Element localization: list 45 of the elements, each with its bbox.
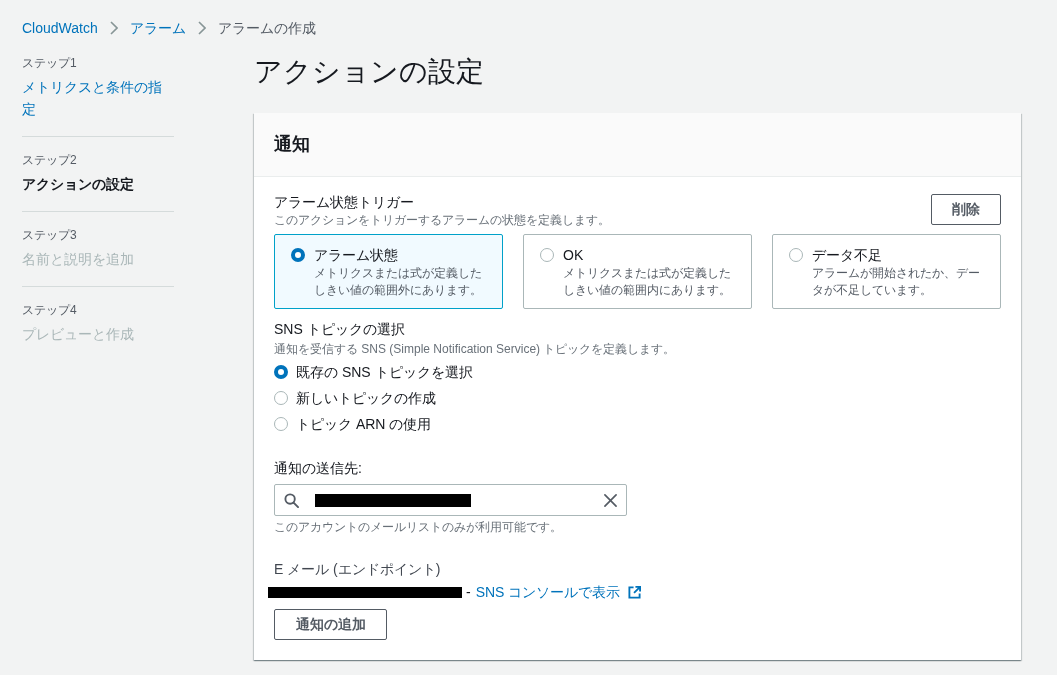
step-number: ステップ2 — [22, 152, 78, 169]
field-label: アラーム状態トリガー — [274, 193, 415, 212]
search-field[interactable] — [274, 484, 627, 516]
tile-description: メトリクスまたは式が定義したしきい値の範囲外にあります。 — [314, 265, 483, 299]
breadcrumb-link[interactable]: CloudWatch — [22, 18, 98, 38]
search-icon — [284, 492, 299, 508]
step-title: 名前と説明を追加 — [22, 250, 135, 269]
field-description: このアクションをトリガーするアラームの状態を定義します。 — [274, 212, 610, 228]
step-number: ステップ3 — [22, 227, 78, 244]
tile-title: アラーム状態 — [314, 246, 399, 265]
breadcrumb-current: アラームの作成 — [217, 19, 316, 38]
breadcrumb-link[interactable]: アラーム — [129, 18, 186, 38]
step-number: ステップ1 — [22, 55, 78, 72]
page-title: アクションの設定 — [254, 55, 485, 89]
step-number: ステップ4 — [22, 302, 78, 319]
field-label: SNS トピックの選択 — [274, 320, 405, 339]
tile-description: アラームが開始されたか、データが不足しています。 — [812, 265, 981, 299]
tile-description: メトリクスまたは式が定義したしきい値の範囲内にあります。 — [563, 265, 732, 299]
chevron-right-icon — [197, 21, 206, 35]
field-description: 通知を受信する SNS (Simple Notification Service) トピックを定義します。 — [274, 341, 676, 357]
field-label: E メール (エンドポイント) — [274, 560, 441, 579]
option-tile[interactable]: データ不足 アラームが開始されたか、データが不足しています。 — [772, 234, 1001, 309]
option-tile[interactable]: OK メトリクスまたは式が定義したしきい値の範囲内にあります。 — [523, 234, 752, 309]
step-title: アクションの設定 — [22, 175, 135, 194]
separator-text: - — [466, 583, 471, 602]
radio-option[interactable]: 既存の SNS トピックを選択 — [274, 362, 473, 382]
console-link[interactable]: SNS コンソールで表示 — [475, 582, 642, 602]
clear-icon[interactable] — [604, 493, 617, 507]
radio-option[interactable]: 新しいトピックの作成 — [274, 388, 473, 408]
remove-button[interactable]: 削除 — [931, 194, 1001, 225]
option-tile[interactable]: アラーム状態 メトリクスまたは式が定義したしきい値の範囲外にあります。 — [274, 234, 503, 309]
field-hint: このアカウントのメールリストのみが利用可能です。 — [274, 519, 562, 535]
tile-title: データ不足 — [812, 246, 883, 265]
field-label: 通知の送信先: — [274, 459, 362, 478]
step-title[interactable]: メトリクスと条件の指定 — [22, 76, 174, 120]
external-link-icon — [628, 585, 642, 599]
add-notification-button[interactable]: 通知の追加 — [274, 609, 387, 640]
radio-option[interactable]: トピック ARN の使用 — [274, 414, 473, 434]
tile-title: OK — [563, 246, 585, 265]
chevron-right-icon — [109, 21, 118, 35]
radio-icon — [789, 248, 803, 262]
radio-icon — [291, 248, 305, 262]
radio-icon — [540, 248, 554, 262]
panel-title: 通知 — [274, 133, 311, 156]
step-title: プレビューと作成 — [22, 325, 135, 344]
